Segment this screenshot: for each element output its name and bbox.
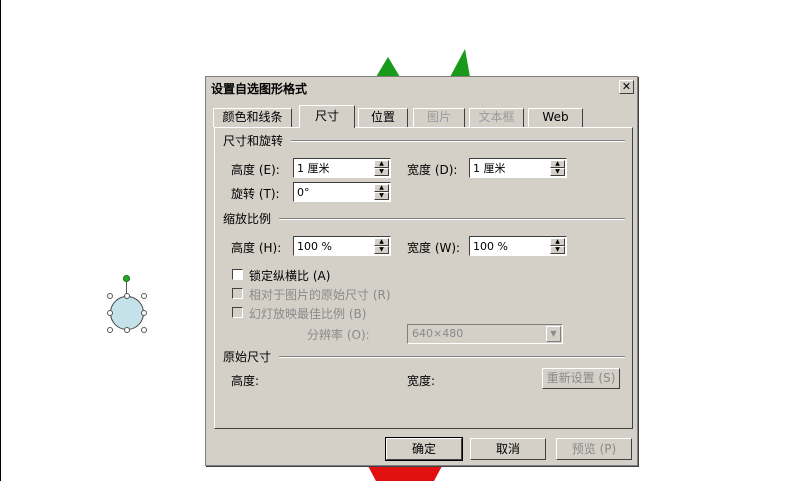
original-height-label: 高度: [231, 374, 260, 388]
resize-handle-s[interactable] [124, 327, 130, 333]
group-original-size: 原始尺寸 [223, 350, 272, 364]
dialog-titlebar[interactable]: 设置自选图形格式 ✕ [208, 79, 635, 97]
reset-button[interactable]: 重新设置 (S) [542, 368, 620, 389]
rotate-field[interactable] [295, 184, 373, 200]
spin-up-icon[interactable]: ▲ [374, 160, 389, 168]
resolution-label: 分辨率 (O): [307, 328, 370, 342]
circle-body [110, 296, 144, 330]
scale-height-label: 高度 (H): [231, 241, 282, 255]
chevron-down-icon[interactable]: ▼ [546, 326, 561, 342]
group-size-rotate: 尺寸和旋转 [223, 134, 284, 148]
resolution-value: 640×480 [412, 327, 464, 340]
height-label: 高度 (E): [231, 163, 280, 177]
cancel-button[interactable]: 取消 [470, 438, 546, 460]
spin-up-icon[interactable]: ▲ [374, 184, 389, 192]
scale-width-label: 宽度 (W): [407, 241, 461, 255]
height-field[interactable] [295, 160, 373, 176]
group-scale: 缩放比例 [223, 212, 272, 226]
best-scale-label: 幻灯放映最佳比例 (B) [249, 307, 367, 321]
rotate-handle[interactable] [123, 275, 130, 282]
resolution-select[interactable]: 640×480 ▼ [407, 324, 563, 344]
format-autoshape-dialog: 设置自选图形格式 ✕ 颜色和线条 尺寸 位置 图片 文本框 Web 尺寸和旋转 … [205, 76, 638, 466]
width-field[interactable] [471, 160, 549, 176]
green-shape[interactable] [370, 45, 480, 80]
resize-handle-w[interactable] [107, 310, 113, 316]
tab-size[interactable]: 尺寸 [299, 105, 355, 128]
resize-handle-e[interactable] [141, 310, 147, 316]
resize-handle-n[interactable] [124, 293, 130, 299]
spin-up-icon[interactable]: ▲ [550, 160, 565, 168]
scale-height-spinner[interactable]: ▲▼ [293, 236, 391, 256]
resize-handle-se[interactable] [141, 327, 147, 333]
spin-up-icon[interactable]: ▲ [374, 238, 389, 246]
red-shape[interactable] [360, 466, 450, 481]
ok-button[interactable]: 确定 [385, 437, 463, 461]
divider [279, 356, 625, 358]
width-spinner[interactable]: ▲▼ [469, 158, 567, 178]
scale-height-field[interactable] [295, 238, 373, 254]
divider [291, 140, 625, 142]
tab-textbox[interactable]: 文本框 [469, 108, 524, 127]
tab-colors-lines[interactable]: 颜色和线条 [213, 108, 292, 127]
selected-circle-shape[interactable] [104, 272, 150, 336]
scale-width-spinner[interactable]: ▲▼ [469, 236, 567, 256]
close-button[interactable]: ✕ [619, 80, 634, 94]
width-label: 宽度 (D): [407, 163, 458, 177]
scale-width-field[interactable] [471, 238, 549, 254]
spin-down-icon[interactable]: ▼ [374, 246, 389, 254]
spin-down-icon[interactable]: ▼ [374, 168, 389, 176]
slide-left-edge [0, 0, 1, 481]
spin-down-icon[interactable]: ▼ [550, 168, 565, 176]
tab-picture[interactable]: 图片 [413, 108, 465, 127]
preview-button[interactable]: 预览 (P) [556, 438, 632, 460]
tab-web[interactable]: Web [528, 108, 583, 127]
rotate-spinner[interactable]: ▲▼ [293, 182, 391, 202]
original-width-label: 宽度: [407, 374, 436, 388]
size-panel: 尺寸和旋转 高度 (E): ▲▼ 宽度 (D): ▲▼ 旋转 (T): ▲▼ 缩… [214, 127, 633, 429]
spin-down-icon[interactable]: ▼ [374, 192, 389, 200]
close-icon: ✕ [621, 80, 632, 93]
resize-handle-nw[interactable] [107, 293, 113, 299]
spin-down-icon[interactable]: ▼ [550, 246, 565, 254]
tab-position[interactable]: 位置 [358, 108, 408, 127]
lock-aspect-checkbox[interactable] [232, 269, 243, 280]
spin-up-icon[interactable]: ▲ [550, 238, 565, 246]
best-scale-checkbox[interactable] [232, 307, 243, 318]
relative-size-label: 相对于图片的原始尺寸 (R) [249, 288, 391, 302]
height-spinner[interactable]: ▲▼ [293, 158, 391, 178]
divider [279, 218, 625, 220]
relative-size-checkbox[interactable] [232, 288, 243, 299]
lock-aspect-label: 锁定纵横比 (A) [249, 269, 331, 283]
rotate-label: 旋转 (T): [231, 187, 280, 201]
resize-handle-ne[interactable] [141, 293, 147, 299]
dialog-title: 设置自选图形格式 [211, 82, 308, 96]
resize-handle-sw[interactable] [107, 327, 113, 333]
